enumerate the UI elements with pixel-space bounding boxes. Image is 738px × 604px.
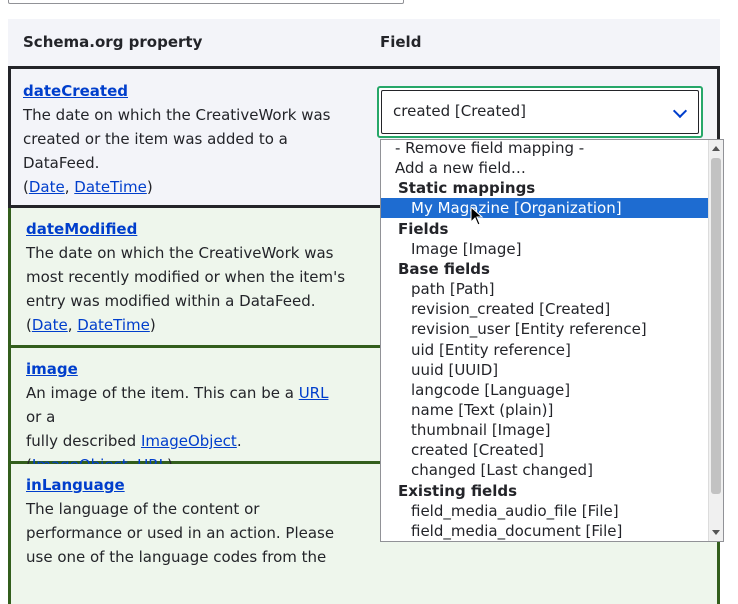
url-link[interactable]: URL — [299, 384, 329, 402]
dropdown-group-label: Base fields — [398, 259, 490, 278]
dropdown-option[interactable]: thumbnail [Image] — [381, 420, 723, 440]
property-description-line: performance or used in an action. Please — [26, 524, 335, 542]
dropdown-group-label: Static mappings — [398, 179, 536, 198]
dropdown-option[interactable]: uuid [UUID] — [381, 360, 723, 380]
property-description-line: use one of the language codes from the — [26, 548, 327, 566]
property-cell: dateModified The date on which the Creat… — [26, 217, 346, 337]
dropdown-option[interactable]: revision_created [Created] — [381, 299, 723, 319]
dropdown-option[interactable]: field_media_audio_file [File] — [381, 501, 723, 521]
header-field: Field — [380, 33, 422, 51]
type-link-datetime[interactable]: DateTime — [74, 178, 147, 196]
property-description-line: created or the item was added to a — [23, 130, 288, 148]
property-description-line: fully described ImageObject. — [26, 432, 242, 450]
property-types: (Date, DateTime) — [23, 178, 153, 196]
select-value: created [Created] — [393, 102, 526, 120]
property-types: (Date, DateTime) — [26, 316, 156, 334]
header-property: Schema.org property — [23, 33, 203, 51]
top-text-input[interactable] — [8, 0, 404, 4]
property-cell: inLanguage The language of the content o… — [26, 473, 346, 569]
type-link-datetime[interactable]: DateTime — [77, 316, 150, 334]
scroll-up-arrow-icon[interactable] — [712, 146, 720, 151]
dropdown-group-label: Fields — [398, 219, 449, 238]
dropdown-option[interactable]: langcode [Language] — [381, 380, 723, 400]
field-dropdown-list[interactable]: - Remove field mapping - Add a new field…… — [380, 139, 724, 542]
dropdown-option[interactable]: My Magazine [Organization] — [381, 198, 723, 219]
dropdown-option[interactable]: path [Path] — [381, 279, 723, 299]
dropdown-option[interactable]: - Remove field mapping - — [381, 140, 723, 158]
property-name-link[interactable]: image — [26, 357, 346, 381]
property-description-line: The date on which the CreativeWork was — [23, 106, 331, 124]
dropdown-option[interactable]: uid [Entity reference] — [381, 340, 723, 360]
mouse-pointer-icon — [470, 206, 484, 226]
imageobject-link[interactable]: ImageObject — [141, 432, 237, 450]
property-description-line: The date on which the CreativeWork was — [26, 244, 334, 262]
dropdown-option[interactable]: Add a new field… — [381, 158, 723, 178]
property-name-link[interactable]: dateModified — [26, 217, 346, 241]
property-description-line: An image of the item. This can be a URL … — [26, 384, 329, 426]
property-cell: dateCreated The date on which the Creati… — [23, 79, 343, 199]
property-name-link[interactable]: inLanguage — [26, 473, 346, 497]
property-description-line: DataFeed. — [23, 154, 100, 172]
property-description-line: most recently modified or when the item'… — [26, 268, 346, 286]
type-link-date[interactable]: Date — [32, 316, 68, 334]
dropdown-option[interactable]: name [Text (plain)] — [381, 400, 723, 420]
table-header: Schema.org property Field — [8, 19, 720, 66]
field-select[interactable]: created [Created] — [377, 86, 703, 138]
type-link-date[interactable]: Date — [29, 178, 65, 196]
dropdown-option[interactable]: created [Created] — [381, 440, 723, 460]
scroll-down-arrow-icon[interactable] — [712, 530, 720, 535]
dropdown-group-label: Existing fields — [398, 481, 518, 500]
property-description-line: The language of the content or — [26, 500, 260, 518]
dropdown-option[interactable]: changed [Last changed] — [381, 460, 723, 480]
dropdown-option[interactable]: field_media_document [File] — [381, 521, 723, 541]
dropdown-option[interactable]: revision_user [Entity reference] — [381, 319, 723, 339]
property-cell: image An image of the item. This can be … — [26, 357, 346, 477]
property-description-line: entry was modified within a DataFeed. — [26, 292, 316, 310]
dropdown-scrollbar[interactable] — [708, 140, 723, 541]
scrollbar-thumb[interactable] — [711, 158, 721, 494]
property-name-link[interactable]: dateCreated — [23, 79, 343, 103]
dropdown-option[interactable]: Image [Image] — [381, 239, 723, 259]
